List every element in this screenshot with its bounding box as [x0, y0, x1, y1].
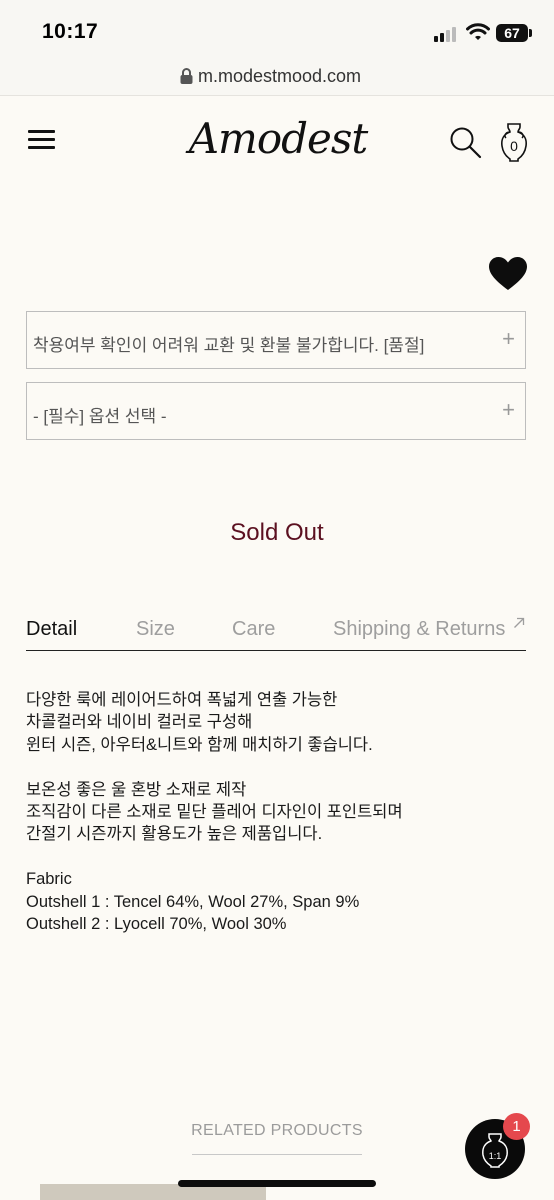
status-bar: 10:17 67 [0, 0, 554, 58]
brand-logo[interactable]: Amodest [188, 108, 369, 170]
status-time: 10:17 [42, 20, 99, 43]
plus-icon: + [502, 326, 515, 351]
tab-detail[interactable]: Detail [26, 618, 77, 641]
chat-notification-badge: 1 [503, 1113, 530, 1140]
product-description: 다양한 룩에 레이어드하여 폭넓게 연출 가능한 차콜컬러와 네이비 컬러로 구… [26, 689, 526, 935]
tab-care[interactable]: Care [232, 618, 275, 641]
chat-icon-text: 1:1 [489, 1151, 502, 1161]
wifi-icon [466, 23, 490, 40]
battery-tip [529, 29, 532, 37]
description-line: 차콜컬러와 네이비 컬러로 구성해 [26, 713, 253, 732]
menu-icon [28, 138, 55, 141]
battery-indicator: 67 [496, 24, 528, 42]
wishlist-heart-icon[interactable] [488, 256, 528, 292]
description-line [26, 846, 526, 868]
url-text: m.modestmood.com [198, 66, 362, 86]
plus-icon: + [502, 397, 515, 422]
description-line: 조직감이 다른 소재로 밑단 플레어 디자인이 포인트되며 [26, 803, 403, 822]
cart-button[interactable]: 0 [499, 122, 529, 162]
tab-divider [26, 650, 526, 651]
browser-url-bar[interactable]: m.modestmood.com [0, 58, 554, 96]
lock-icon [180, 68, 193, 84]
option-required-label: - [필수] 옵션 선택 - [33, 407, 167, 426]
description-line: 간절기 시즌까지 활용도가 높은 제품입니다. [26, 825, 323, 844]
external-link-icon [514, 617, 525, 628]
option-notice-label: 착용여부 확인이 어려워 교환 및 환불 불가합니다. [품절] [33, 336, 425, 355]
menu-icon [28, 130, 55, 133]
home-indicator[interactable] [178, 1180, 376, 1187]
description-line [26, 756, 526, 778]
menu-button[interactable] [28, 128, 56, 152]
tab-shipping-returns[interactable]: Shipping & Returns [333, 618, 505, 641]
sold-out-status: Sold Out [230, 519, 324, 546]
option-select-notice[interactable]: 착용여부 확인이 어려워 교환 및 환불 불가합니다. [품절] + [26, 311, 526, 369]
cart-count: 0 [510, 138, 518, 154]
description-line: 보온성 좋은 울 혼방 소재로 제작 [26, 780, 247, 799]
description-line: 윈터 시즌, 아우터&니트와 함께 매치하기 좋습니다. [26, 735, 373, 754]
option-select-required[interactable]: - [필수] 옵션 선택 - + [26, 382, 526, 440]
description-line: 다양한 룩에 레이어드하여 폭넓게 연출 가능한 [26, 691, 338, 709]
fabric-heading: Fabric [26, 870, 72, 889]
fabric-line: Outshell 2 : Lyocell 70%, Wool 30% [26, 915, 287, 934]
fabric-line: Outshell 1 : Tencel 64%, Wool 27%, Span … [26, 892, 360, 911]
related-divider [192, 1154, 362, 1155]
menu-icon [28, 146, 55, 149]
tab-size[interactable]: Size [136, 618, 175, 641]
search-icon[interactable] [449, 126, 483, 160]
signal-icon [434, 27, 456, 42]
